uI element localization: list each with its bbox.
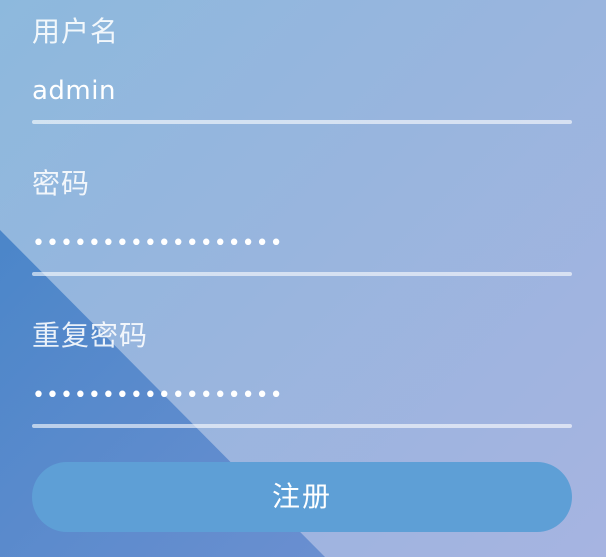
confirm-password-underline (32, 424, 572, 428)
username-input[interactable] (32, 72, 572, 110)
password-field-group: 密码 (32, 152, 572, 304)
password-label: 密码 (32, 167, 91, 200)
username-label: 用户名 (32, 15, 120, 48)
register-button[interactable]: 注册 (32, 462, 572, 532)
password-underline (32, 272, 572, 276)
confirm-password-field-group: 重复密码 (32, 304, 572, 456)
username-field-group: 用户名 (32, 0, 572, 152)
confirm-password-label: 重复密码 (32, 319, 149, 352)
register-form: 用户名 密码 重复密码 (32, 0, 572, 456)
username-underline (32, 120, 572, 124)
password-input[interactable] (32, 224, 572, 262)
confirm-password-input[interactable] (32, 376, 572, 414)
